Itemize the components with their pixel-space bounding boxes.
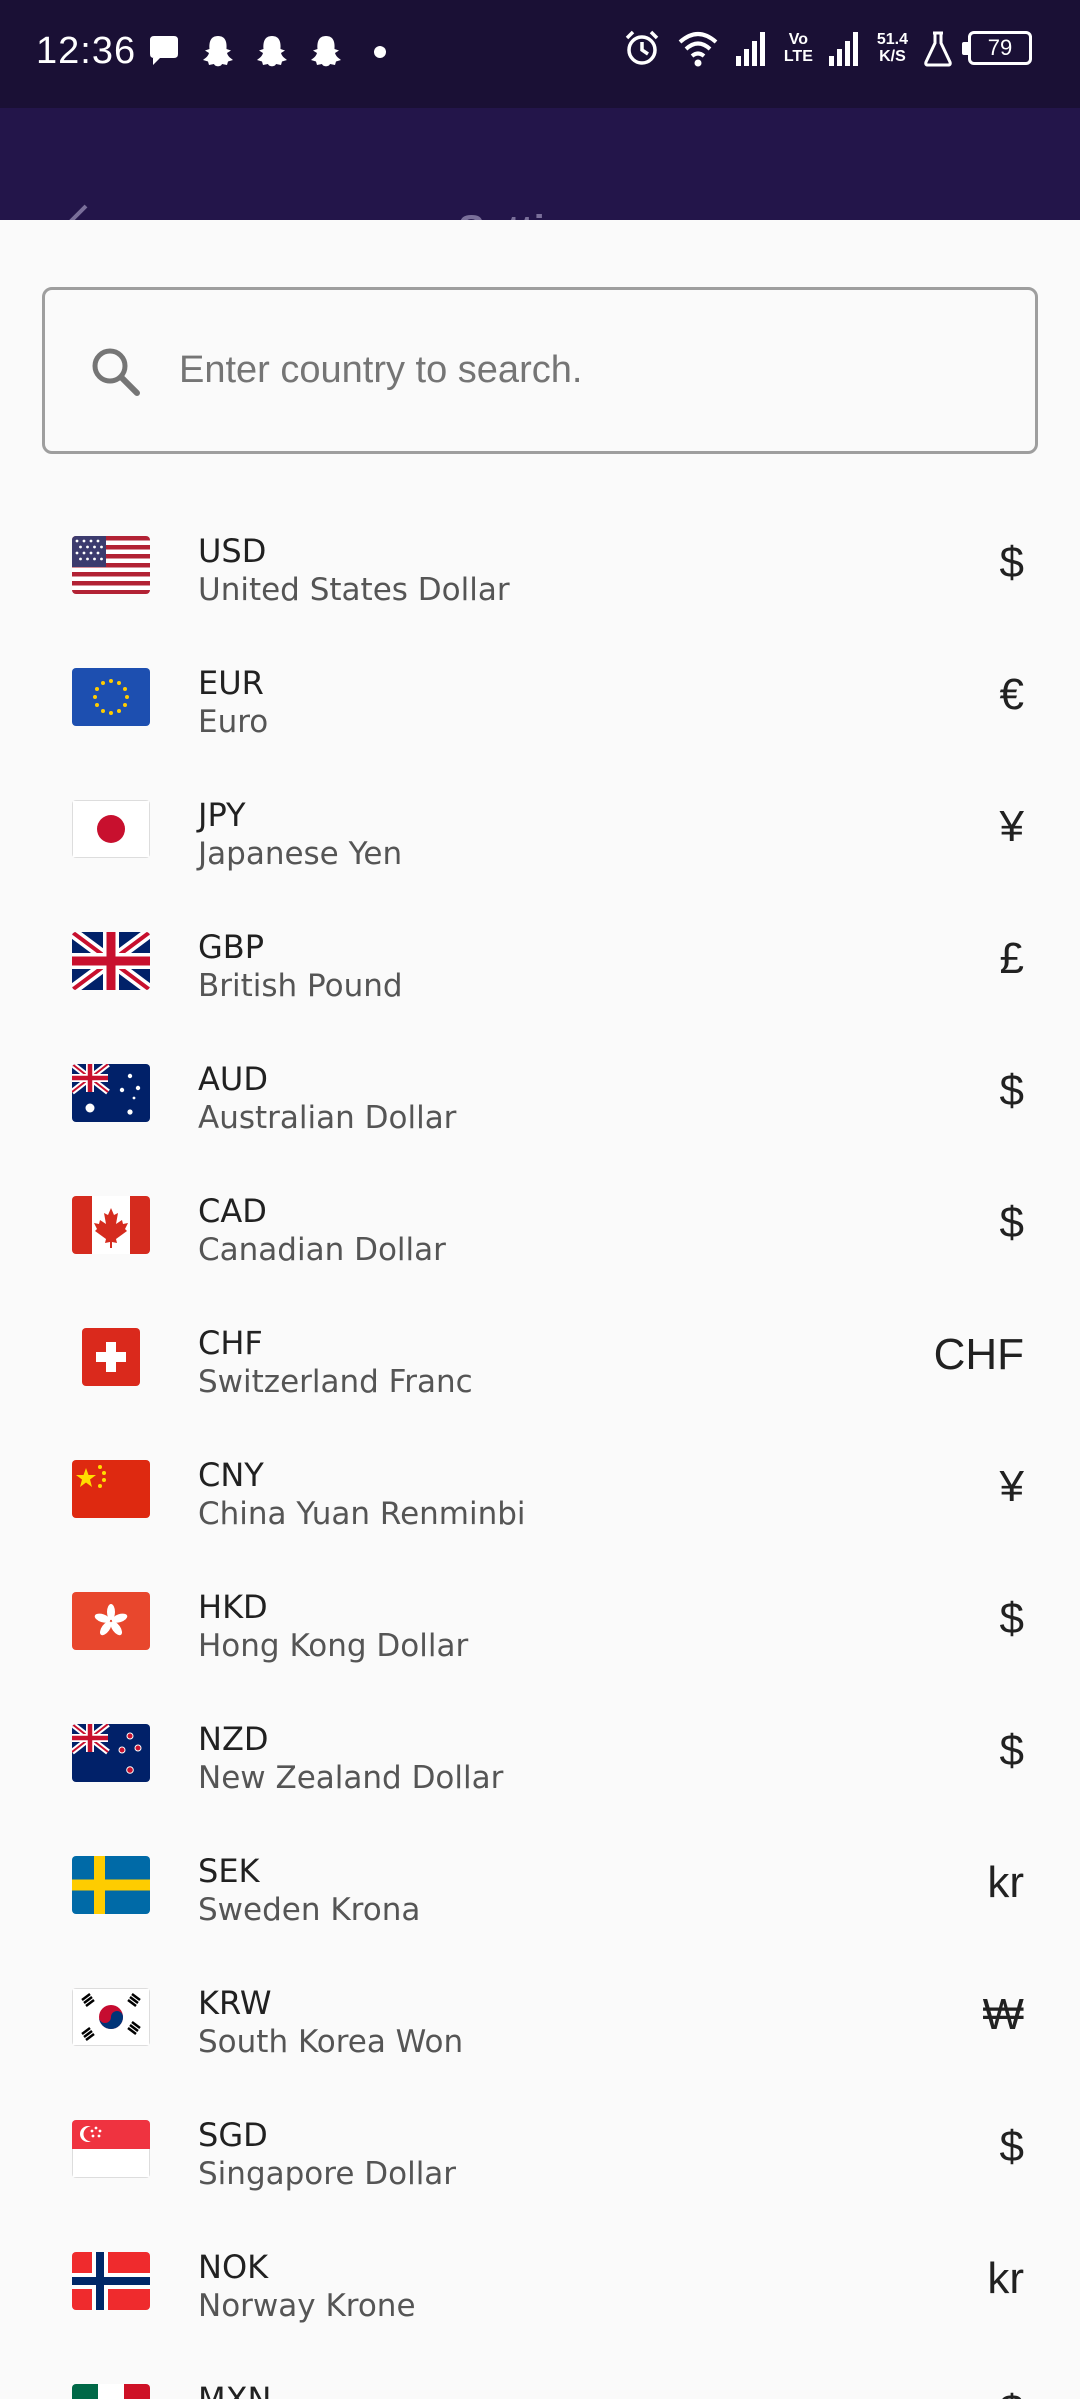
- no-flag-icon: [72, 2252, 150, 2310]
- search-input[interactable]: [177, 348, 997, 393]
- currency-row-cny[interactable]: CNY China Yuan Renminbi ¥: [0, 1426, 1080, 1558]
- system-status-icons: Vo LTE 51.4 K/S 79: [622, 28, 1032, 68]
- currency-row-chf[interactable]: CHF Switzerland Franc CHF: [0, 1294, 1080, 1426]
- currency-symbol: $: [999, 2122, 1024, 2171]
- currency-symbol: $: [999, 1198, 1024, 1247]
- currency-code: KRW: [198, 1984, 272, 2022]
- battery-icon: 79: [962, 31, 1032, 65]
- cn-flag-icon: [72, 1460, 150, 1518]
- more-notifications-dot-icon: [374, 46, 386, 58]
- search-box[interactable]: [42, 287, 1038, 454]
- currency-code: JPY: [198, 796, 246, 834]
- mx-flag-icon: [72, 2384, 150, 2399]
- currency-row-cad[interactable]: CAD Canadian Dollar $: [0, 1162, 1080, 1294]
- currency-code: AUD: [198, 1060, 268, 1098]
- currency-code: NZD: [198, 1720, 269, 1758]
- currency-symbol: $: [999, 1726, 1024, 1775]
- currency-symbol: $: [999, 538, 1024, 587]
- volte-indicator: Vo LTE: [783, 31, 813, 65]
- currency-name: Switzerland Franc: [198, 1364, 473, 1400]
- ch-flag-icon: [72, 1328, 150, 1386]
- eu-flag-icon: [72, 668, 150, 726]
- jp-flag-icon: [72, 800, 150, 858]
- currency-code: CHF: [198, 1324, 263, 1362]
- hk-flag-icon: [72, 1592, 150, 1650]
- currency-row-eur[interactable]: EUR Euro €: [0, 634, 1080, 766]
- currency-symbol: $: [999, 1066, 1024, 1115]
- currency-row-gbp[interactable]: GBP British Pound £: [0, 898, 1080, 1030]
- currency-symbol: kr: [987, 1858, 1024, 1907]
- currency-symbol: $: [999, 1594, 1024, 1643]
- gb-flag-icon: [72, 932, 150, 990]
- currency-symbol: ¥: [999, 802, 1024, 851]
- currency-row-aud[interactable]: AUD Australian Dollar $: [0, 1030, 1080, 1162]
- currency-name: Japanese Yen: [198, 836, 403, 872]
- currency-row-usd[interactable]: USD United States Dollar $: [0, 502, 1080, 634]
- currency-row-nok[interactable]: NOK Norway Krone kr: [0, 2218, 1080, 2350]
- app-bar: Setti: [0, 108, 1080, 230]
- currency-name: Hong Kong Dollar: [198, 1628, 469, 1664]
- currency-code: SGD: [198, 2116, 268, 2154]
- currency-code: MXN: [198, 2380, 272, 2399]
- currency-list: USD United States Dollar $ EUR Euro € JP…: [0, 502, 1080, 2399]
- currency-symbol: ₩: [982, 1990, 1024, 2039]
- currency-name: United States Dollar: [198, 572, 510, 608]
- currency-name: Sweden Krona: [198, 1892, 421, 1928]
- currency-row-mxn[interactable]: MXN $: [0, 2350, 1080, 2399]
- currency-row-krw[interactable]: KRW South Korea Won ₩: [0, 1954, 1080, 2086]
- currency-name: South Korea Won: [198, 2024, 464, 2060]
- nz-flag-icon: [72, 1724, 150, 1782]
- se-flag-icon: [72, 1856, 150, 1914]
- currency-symbol: CHF: [933, 1330, 1024, 1379]
- signal-icon: [735, 32, 765, 66]
- currency-row-jpy[interactable]: JPY Japanese Yen ¥: [0, 766, 1080, 898]
- sg-flag-icon: [72, 2120, 150, 2178]
- currency-picker-sheet: USD United States Dollar $ EUR Euro €: [0, 220, 1080, 2399]
- kr-flag-icon: [72, 1988, 150, 2046]
- au-flag-icon: [72, 1064, 150, 1122]
- currency-row-sek[interactable]: SEK Sweden Krona kr: [0, 1822, 1080, 1954]
- currency-name: Australian Dollar: [198, 1100, 457, 1136]
- currency-code: GBP: [198, 928, 265, 966]
- currency-code: EUR: [198, 664, 264, 702]
- currency-symbol: $: [1000, 2386, 1024, 2399]
- search-icon: [92, 348, 140, 396]
- currency-name: British Pound: [198, 968, 403, 1004]
- currency-code: CNY: [198, 1456, 264, 1494]
- currency-name: Singapore Dollar: [198, 2156, 457, 2192]
- currency-symbol: ¥: [999, 1462, 1024, 1511]
- currency-symbol: kr: [987, 2254, 1024, 2303]
- currency-symbol: £: [999, 934, 1024, 983]
- currency-code: USD: [198, 532, 267, 570]
- currency-name: Euro: [198, 704, 269, 740]
- wifi-icon: [678, 32, 718, 67]
- currency-row-hkd[interactable]: HKD Hong Kong Dollar $: [0, 1558, 1080, 1690]
- snapchat-icon: [203, 36, 233, 67]
- snapchat-icon: [257, 36, 287, 67]
- status-time: 12:36: [36, 30, 137, 72]
- signal-icon: [828, 32, 858, 66]
- currency-name: Norway Krone: [198, 2288, 416, 2324]
- currency-name: China Yuan Renminbi: [198, 1496, 526, 1532]
- currency-row-nzd[interactable]: NZD New Zealand Dollar $: [0, 1690, 1080, 1822]
- currency-name: New Zealand Dollar: [198, 1760, 504, 1796]
- currency-symbol: €: [999, 670, 1024, 719]
- currency-code: HKD: [198, 1588, 268, 1626]
- currency-name: Canadian Dollar: [198, 1232, 446, 1268]
- snapchat-icon: [311, 36, 341, 67]
- currency-code: NOK: [198, 2248, 269, 2286]
- chat-bubble-icon: [150, 36, 178, 65]
- notification-icons: [146, 32, 398, 72]
- flask-icon: [924, 31, 952, 67]
- network-speed: 51.4 K/S: [876, 31, 908, 65]
- status-bar: 12:36 Vo LTE 51.4 K/S 79: [0, 0, 1080, 108]
- ca-flag-icon: [72, 1196, 150, 1254]
- currency-code: CAD: [198, 1192, 267, 1230]
- us-flag-icon: [72, 536, 150, 594]
- currency-code: SEK: [198, 1852, 260, 1890]
- currency-row-sgd[interactable]: SGD Singapore Dollar $: [0, 2086, 1080, 2218]
- alarm-icon: [625, 30, 659, 65]
